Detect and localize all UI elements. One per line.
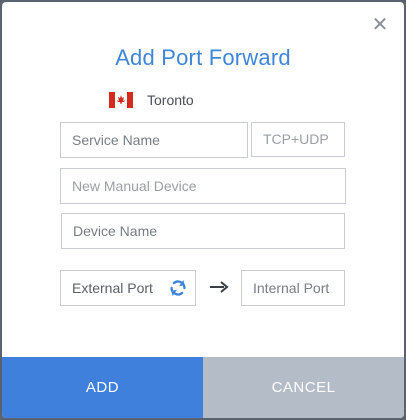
device-input[interactable]: [60, 168, 346, 204]
external-port-input[interactable]: [61, 271, 161, 304]
protocol-select[interactable]: TCP+UDP: [251, 122, 345, 157]
device-name-input[interactable]: [61, 213, 345, 249]
close-icon[interactable]: ✕: [371, 15, 389, 35]
canada-flag-icon: [109, 92, 133, 108]
dialog-title: Add Port Forward: [115, 45, 291, 70]
internal-port-input[interactable]: [241, 270, 345, 306]
service-name-input[interactable]: [60, 122, 248, 158]
add-port-forward-dialog: ✕ Add Port Forward Toronto TCP+UDP ADD C…: [2, 2, 404, 418]
location-name: Toronto: [147, 92, 194, 108]
add-button[interactable]: ADD: [2, 357, 203, 418]
external-port-field: [60, 270, 196, 306]
refresh-icon[interactable]: [167, 277, 189, 299]
arrow-right-icon: [210, 281, 229, 293]
cancel-button[interactable]: CANCEL: [203, 357, 404, 418]
